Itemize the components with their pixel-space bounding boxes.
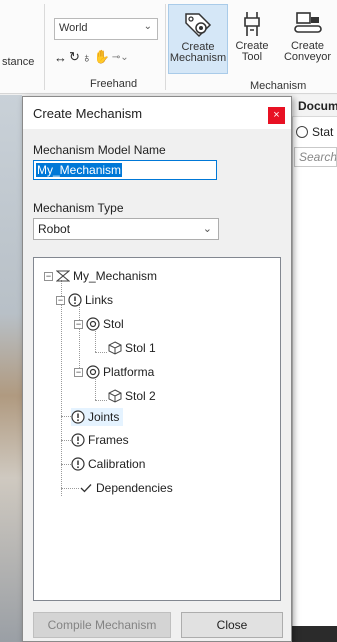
tree-node-root[interactable]: − My_Mechanism — [44, 267, 157, 285]
close-button[interactable]: Close — [181, 612, 283, 638]
tree-label-links: Links — [85, 293, 114, 307]
rotate-icon[interactable]: ↻ — [69, 49, 80, 65]
conveyor-icon — [293, 12, 322, 33]
warning-circle-icon — [71, 433, 85, 447]
tree-label-platforma: Platforma — [103, 365, 155, 379]
documents-filter-label: Stat — [312, 125, 334, 139]
create-mechanism-dialog: Create Mechanism × Mechanism Model Name … — [22, 96, 292, 642]
mechanism-icon — [56, 270, 70, 282]
tree-label-frames: Frames — [88, 433, 129, 447]
cube-icon — [108, 341, 122, 355]
create-mechanism-button[interactable]: Create Mechanism — [168, 4, 228, 74]
reference-frame-select[interactable]: World ⌄ — [54, 18, 158, 40]
tree-node-links[interactable]: − Links — [56, 291, 113, 309]
tree-connector — [61, 488, 79, 489]
tree-node-frames[interactable]: Frames — [71, 431, 129, 449]
tree-connector — [95, 352, 107, 353]
mechanism-group-label: Mechanism — [250, 80, 307, 92]
link-target-icon — [86, 365, 100, 379]
collapse-icon[interactable]: − — [74, 367, 83, 377]
distance-fragment-label: stance — [2, 56, 35, 68]
warning-circle-icon — [71, 410, 85, 424]
viewport-background — [0, 95, 22, 642]
tree-label-stol2: Stol 2 — [125, 389, 156, 403]
warning-circle-icon — [68, 293, 82, 307]
mechanism-type-select[interactable]: Robot ⌄ — [33, 218, 219, 240]
tree-node-joints[interactable]: Joints — [71, 408, 124, 426]
dialog-title: Create Mechanism — [33, 106, 143, 121]
mechanism-type-value: Robot — [38, 222, 71, 236]
tree-node-stol[interactable]: − Stol — [74, 315, 124, 333]
tree-connector — [79, 304, 80, 368]
collapse-icon[interactable]: − — [74, 319, 83, 329]
ribbon: stance World ⌄ ↔ ↻ ♁ ✋ ⊸⌄ Freehand Creat… — [0, 0, 337, 94]
tree-node-dependencies[interactable]: Dependencies — [79, 479, 173, 497]
create-tool-line2: Tool — [241, 51, 263, 63]
tree-label-root: My_Mechanism — [73, 269, 158, 283]
tree-node-platforma[interactable]: − Platforma — [74, 363, 154, 381]
collapse-icon[interactable]: − — [56, 295, 65, 305]
create-tool-button[interactable]: Create Tool — [229, 4, 275, 74]
dialog-title-bar[interactable]: Create Mechanism × — [23, 97, 291, 129]
mechanism-tree: − My_Mechanism − Links − Stol Stol 1 − P… — [33, 257, 281, 601]
documents-filter-option[interactable]: Stat — [296, 124, 337, 140]
mechanism-type-label: Mechanism Type — [33, 201, 124, 215]
documents-panel — [292, 95, 337, 642]
tree-label-stol1: Stol 1 — [125, 341, 156, 355]
gear-tag-icon — [185, 13, 212, 38]
tree-label-calibration: Calibration — [88, 457, 146, 471]
tree-connector — [95, 400, 107, 401]
documents-tab[interactable]: Docum — [292, 95, 337, 117]
status-strip — [292, 626, 337, 642]
tree-label-stol: Stol — [103, 317, 124, 331]
mechanism-name-value: My_Mechanism — [36, 163, 123, 177]
mechanism-name-label: Mechanism Model Name — [33, 143, 166, 157]
create-conveyor-line2: Conveyor — [283, 51, 332, 63]
tree-label-joints: Joints — [88, 410, 120, 424]
ribbon-separator — [44, 4, 45, 90]
jog-joint-icon[interactable]: ♁ — [82, 50, 92, 65]
tree-connector — [61, 416, 71, 417]
chevron-down-icon: ⌄ — [143, 21, 152, 32]
tree-node-stol2[interactable]: Stol 2 — [108, 387, 156, 405]
tree-connector — [61, 440, 71, 441]
checkmark-icon — [80, 484, 92, 493]
tree-node-stol1[interactable]: Stol 1 — [108, 339, 156, 357]
tree-connector — [61, 464, 71, 465]
gripper-icon — [244, 12, 260, 36]
create-mechanism-line2: Mechanism — [169, 52, 227, 64]
ribbon-separator — [165, 4, 166, 90]
compile-mechanism-button[interactable]: Compile Mechanism — [33, 612, 171, 638]
radio-button[interactable] — [296, 126, 308, 138]
freehand-tools: ↔ ↻ ♁ ✋ ⊸⌄ — [54, 47, 162, 67]
reference-frame-value: World — [59, 22, 88, 34]
chevron-down-icon: ⌄ — [202, 223, 212, 235]
tree-label-dependencies: Dependencies — [96, 481, 173, 495]
freehand-group-label: Freehand — [90, 78, 138, 90]
tree-node-calibration[interactable]: Calibration — [71, 455, 145, 473]
cube-icon — [108, 389, 122, 403]
link-target-icon — [86, 317, 100, 331]
close-icon[interactable]: × — [268, 107, 285, 124]
documents-search-input[interactable]: Search — [294, 147, 337, 167]
move-icon[interactable]: ↔ — [54, 50, 67, 65]
mechanism-name-input[interactable]: My_Mechanism — [33, 160, 217, 180]
jog-linear-icon[interactable]: ✋ — [94, 49, 110, 65]
create-conveyor-button[interactable]: Create Conveyor — [278, 4, 337, 74]
warning-circle-icon — [71, 457, 85, 471]
collapse-icon[interactable]: − — [44, 271, 53, 281]
jog-reorient-icon[interactable]: ⊸⌄ — [112, 52, 129, 63]
